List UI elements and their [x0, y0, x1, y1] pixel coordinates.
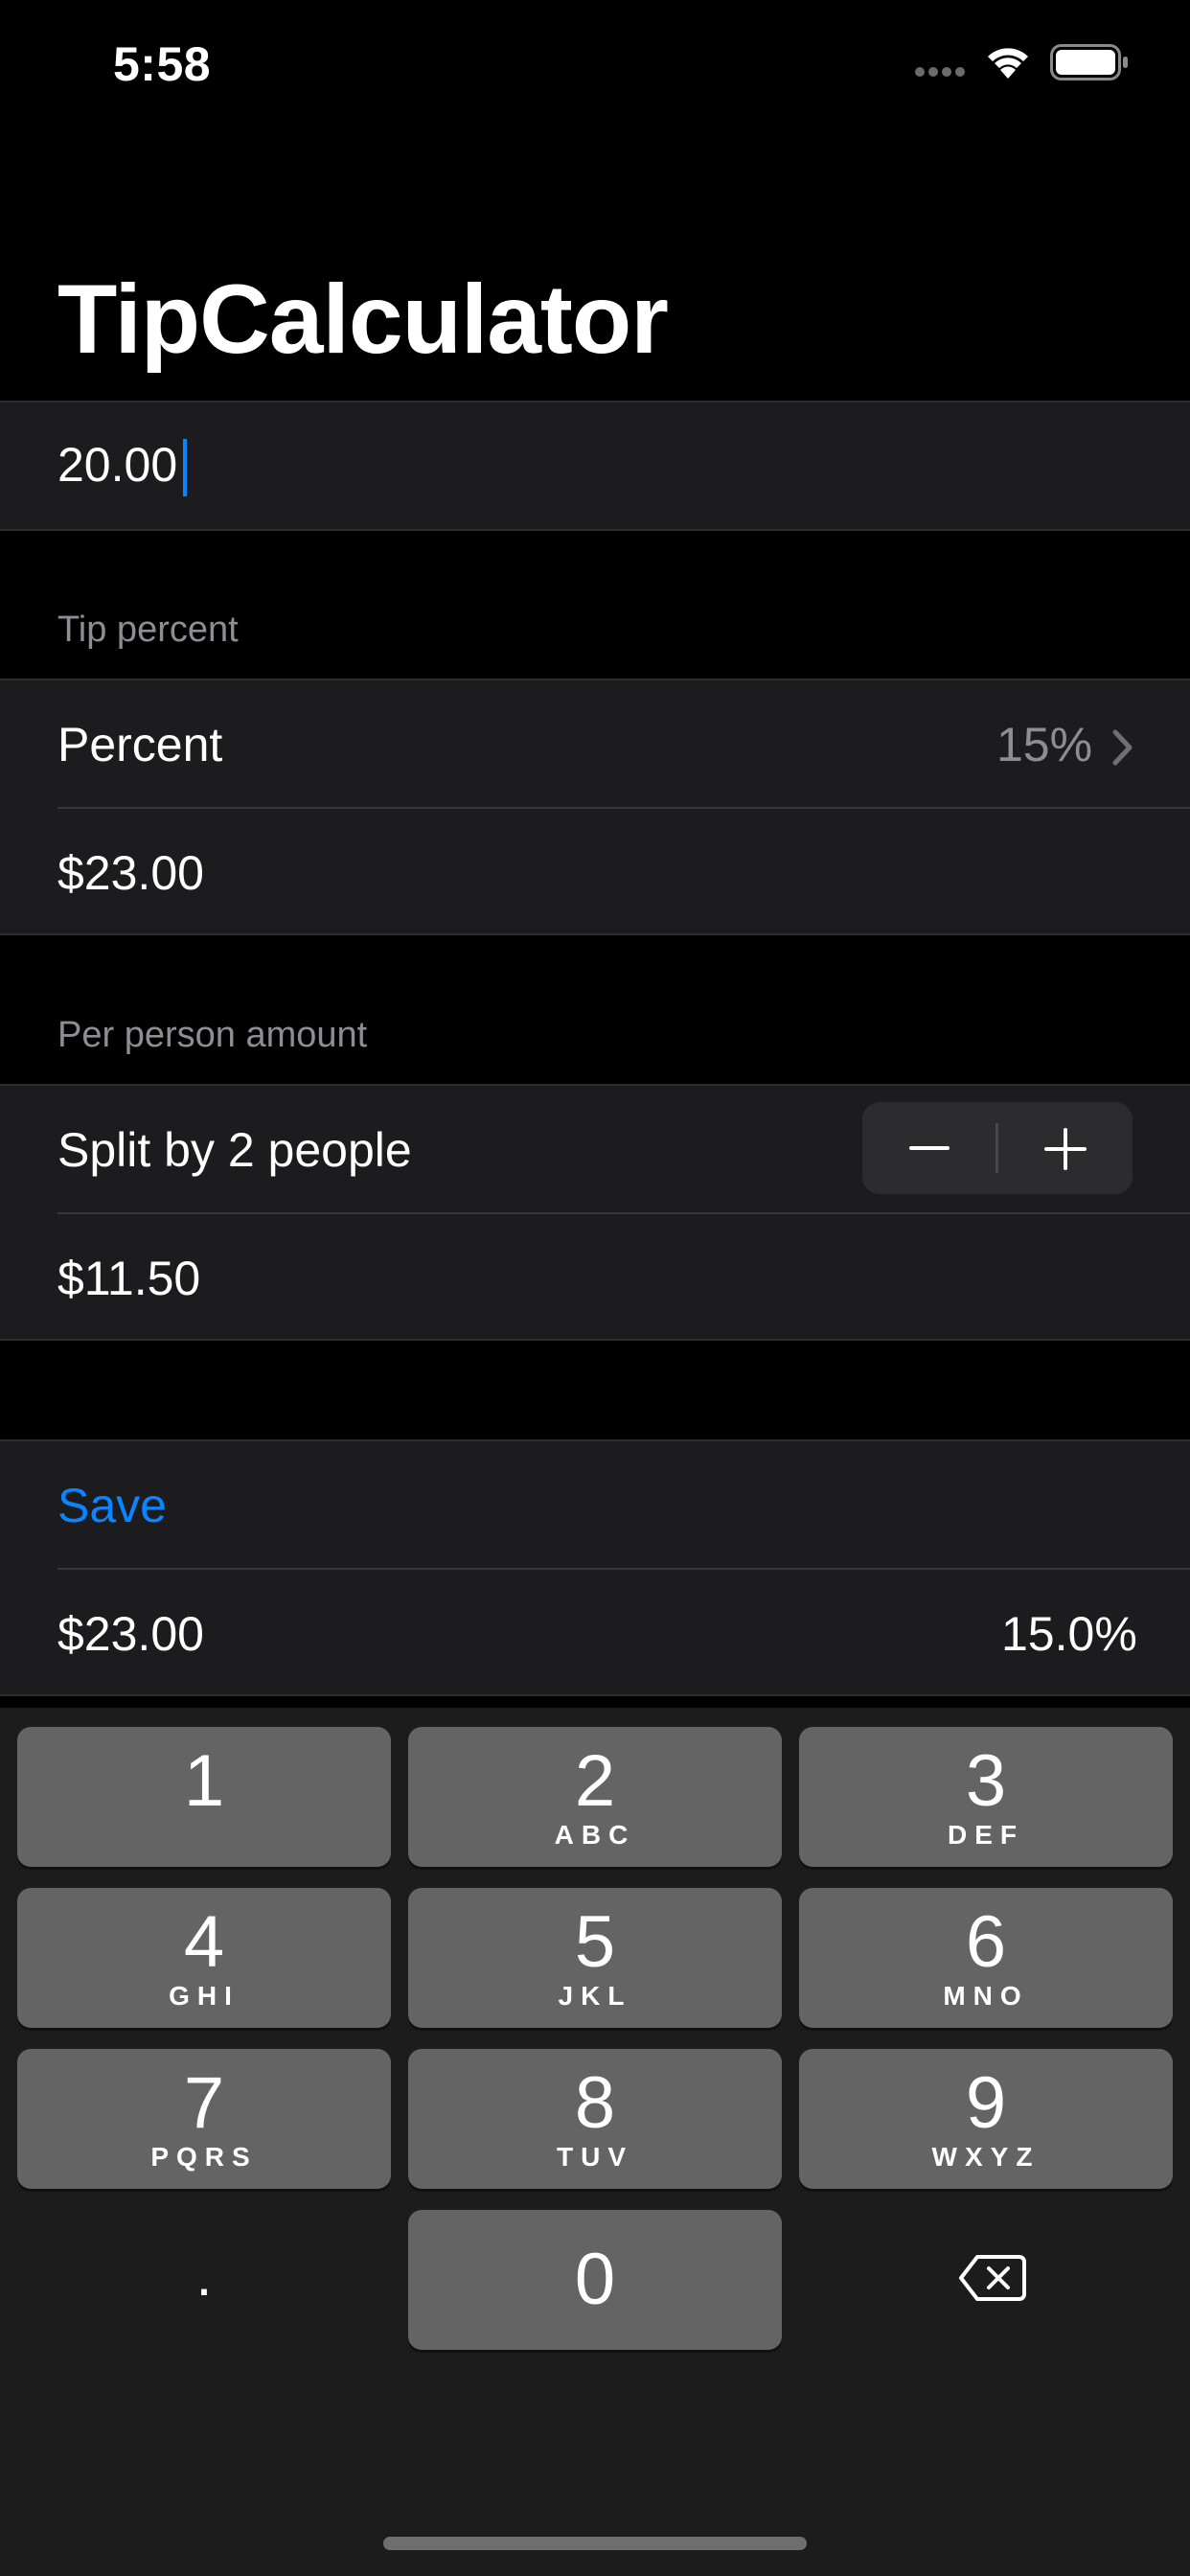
key-digit: 3 [965, 1740, 1007, 1822]
amount-input[interactable]: 20.00 [57, 437, 177, 493]
delete-key[interactable] [799, 2210, 1173, 2350]
signal-dots-icon [915, 67, 965, 77]
key-digit: 7 [183, 2062, 225, 2144]
key-4[interactable]: 4 GHI [17, 1888, 391, 2028]
key-digit: 5 [574, 1901, 616, 1983]
history-section: Save $23.00 15.0% [0, 1439, 1190, 1696]
per-person-amount: $11.50 [57, 1252, 201, 1305]
backspace-icon [959, 2255, 1026, 2301]
divider [57, 1568, 1190, 1570]
key-1[interactable]: 1 [17, 1727, 391, 1867]
decimal-label: . [195, 2243, 213, 2308]
per-person-header: Per person amount [57, 1015, 368, 1055]
key-digit: 0 [574, 2239, 616, 2320]
percent-picker-row[interactable] [0, 680, 1190, 807]
people-stepper[interactable] [862, 1102, 1133, 1194]
tip-percent-header: Tip percent [57, 610, 239, 650]
key-digit: 8 [574, 2062, 616, 2144]
app-title: TipCalculator [57, 264, 669, 374]
save-button[interactable]: Save [57, 1478, 167, 1533]
key-letters: MNO [943, 1981, 1029, 2011]
key-3[interactable]: 3 DEF [799, 1727, 1173, 1867]
key-5[interactable]: 5 JKL [408, 1888, 782, 2028]
wifi-icon [988, 48, 1028, 79]
key-digit: 4 [183, 1901, 225, 1983]
key-letters: PQRS [150, 2142, 258, 2172]
key-digit: 6 [965, 1901, 1007, 1983]
status-time: 5:58 [113, 37, 212, 91]
key-letters: WXYZ [931, 2142, 1041, 2172]
amount-input-row[interactable]: 20.00 [0, 401, 1190, 531]
plus-icon [1044, 1128, 1087, 1170]
key-letters: DEF [948, 1820, 1024, 1850]
tip-section: Percent 15% $23.00 [0, 678, 1190, 935]
minus-icon [909, 1146, 950, 1150]
key-6[interactable]: 6 MNO [799, 1888, 1173, 2028]
battery-icon [1050, 44, 1128, 80]
key-7[interactable]: 7 PQRS [17, 2049, 391, 2189]
key-decimal[interactable]: . [17, 2210, 391, 2350]
key-2[interactable]: 2 ABC [408, 1727, 782, 1867]
key-letters: GHI [169, 1981, 240, 2011]
text-cursor [183, 439, 187, 496]
decrement-button[interactable] [862, 1102, 995, 1194]
key-8[interactable]: 8 TUV [408, 2049, 782, 2189]
key-0[interactable]: 0 [408, 2210, 782, 2350]
history-total: $23.00 [57, 1607, 204, 1661]
increment-button[interactable] [998, 1102, 1132, 1194]
divider [57, 807, 1190, 809]
history-percent: 15.0% [1001, 1607, 1137, 1661]
key-digit: 1 [183, 1740, 225, 1822]
key-digit: 9 [965, 2062, 1007, 2144]
key-digit: 2 [574, 1740, 616, 1822]
split-label: Split by 2 people [57, 1123, 412, 1177]
key-letters: ABC [554, 1820, 636, 1850]
home-indicator[interactable] [383, 2537, 807, 2550]
key-letters: JKL [558, 1981, 632, 2011]
divider [57, 1212, 1190, 1214]
key-9[interactable]: 9 WXYZ [799, 2049, 1173, 2189]
tip-total: $23.00 [57, 846, 204, 900]
key-letters: TUV [557, 2142, 633, 2172]
